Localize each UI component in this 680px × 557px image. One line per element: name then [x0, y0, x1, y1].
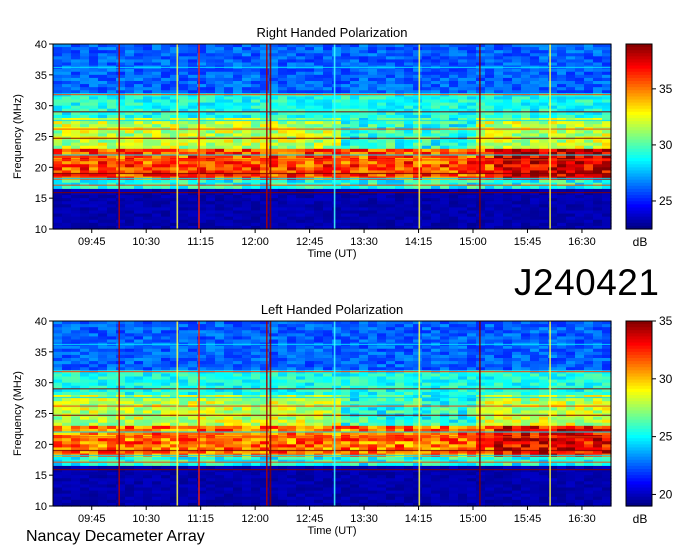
burst-line — [549, 44, 551, 229]
x-tick-label: 09:45 — [78, 236, 106, 248]
colorbar-tick-label: 25 — [659, 194, 673, 208]
x-tick-label: 15:45 — [514, 236, 542, 248]
interference-line — [53, 120, 611, 121]
burst-line — [334, 44, 336, 229]
interference-line — [53, 178, 611, 179]
burst-line — [479, 44, 481, 229]
x-tick-label: 13:30 — [350, 236, 378, 248]
interference-line — [53, 111, 611, 112]
interference-line — [53, 185, 611, 186]
x-axis-label: Time (UT) — [307, 248, 356, 260]
x-tick-label: 14:15 — [405, 236, 433, 248]
burst-line — [118, 44, 120, 229]
spectrum-panel-left: 1015202530354009:4510:3011:1512:0012:451… — [12, 302, 673, 537]
spectrum-heatmap — [53, 44, 612, 230]
y-axis-label: Frequency (MHz) — [12, 94, 24, 179]
y-tick-label: 10 — [35, 224, 47, 236]
y-tick-label: 20 — [35, 162, 47, 174]
colorbar-tick-label: 30 — [659, 138, 673, 152]
plot-title: Right Handed Polarization — [256, 25, 407, 40]
y-tick-label: 35 — [35, 70, 47, 82]
burst-line — [419, 44, 421, 229]
x-tick-label: 12:45 — [296, 236, 324, 248]
burst-line — [177, 44, 179, 229]
x-tick-label: 10:30 — [132, 236, 160, 248]
x-tick-label: 12:00 — [241, 236, 269, 248]
interference-line — [53, 159, 611, 160]
y-tick-label: 30 — [35, 101, 47, 113]
interference-line — [53, 154, 611, 155]
colorbar: 25 30 35 dB — [626, 44, 673, 249]
spectrum-panel-right: 10 15 20 25 30 35 40 09:45 10:30 11:15 12:00 12:45 1… — [12, 25, 673, 260]
interference-line — [53, 129, 611, 130]
y-tick-label: 15 — [35, 193, 47, 205]
interference-line — [53, 173, 611, 174]
y-tick-label: 25 — [35, 132, 47, 144]
spectrum-heatmap — [53, 321, 612, 507]
x-tick-label: 15:00 — [459, 236, 487, 248]
colorbar-unit-label: dB — [633, 235, 648, 249]
interference-line — [53, 67, 611, 68]
x-tick-label: 16:30 — [568, 236, 596, 248]
interference-line — [53, 138, 611, 139]
x-tick-label: 11:15 — [187, 236, 214, 248]
interference-line — [53, 94, 611, 95]
burst-line — [198, 44, 200, 229]
interference-line — [53, 192, 611, 193]
colorbar-tick-label: 35 — [659, 82, 673, 96]
y-tick-label: 40 — [35, 39, 47, 51]
burst-line — [270, 44, 272, 229]
burst-line — [266, 44, 268, 229]
